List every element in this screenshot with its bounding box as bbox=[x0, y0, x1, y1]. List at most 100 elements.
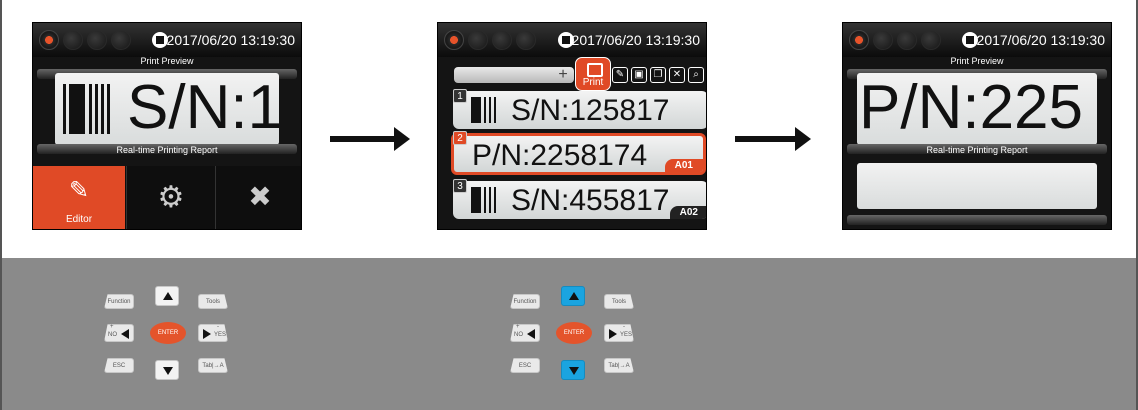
item-text: P/N:2258174 bbox=[472, 139, 648, 172]
status-icon bbox=[87, 30, 107, 50]
tools-key-label: Tools bbox=[205, 299, 220, 305]
no-label: NO bbox=[108, 332, 117, 338]
yes-label: YES bbox=[214, 332, 227, 338]
status-icon bbox=[516, 30, 536, 50]
editor-button[interactable]: ✎ Editor bbox=[33, 166, 125, 229]
barcode-graphic bbox=[471, 96, 507, 124]
no-left-key[interactable]: + NO bbox=[510, 324, 540, 342]
barcode-graphic bbox=[471, 186, 507, 214]
settings-button[interactable]: ⚙ bbox=[126, 166, 215, 229]
down-key[interactable] bbox=[155, 360, 179, 380]
gear-icon: ⚙ bbox=[157, 181, 185, 214]
bottom-nav: ✎ Editor ⚙ ✖ bbox=[33, 166, 301, 229]
yes-minus-label: - bbox=[623, 324, 625, 330]
arrow-right bbox=[330, 127, 410, 151]
tab-key[interactable]: Tab|→A bbox=[604, 358, 634, 373]
item-number: 3 bbox=[453, 179, 467, 193]
preview-text: P/N:225 bbox=[859, 73, 1084, 142]
no-label: NO bbox=[514, 332, 523, 338]
print-button[interactable]: Print bbox=[575, 57, 611, 91]
status-icon bbox=[897, 30, 917, 50]
report-label: Real-time Printing Report bbox=[116, 145, 218, 155]
esc-label: ESC bbox=[518, 363, 532, 369]
print-preview-label: Print Preview bbox=[140, 56, 194, 66]
tab-label: Tab|→A bbox=[608, 363, 630, 369]
brand-logo-icon bbox=[39, 30, 59, 50]
no-plus-label: + bbox=[110, 324, 114, 330]
item-tag: A02 bbox=[669, 206, 706, 219]
screen-print-preview-1: 2017/06/20 13:19:30 Print Preview S/N:1 … bbox=[32, 22, 302, 230]
printing-report-display bbox=[857, 163, 1097, 209]
list-item[interactable]: S/N:455817 A02 bbox=[453, 181, 706, 219]
delete-icon[interactable]: ✕ bbox=[669, 67, 685, 83]
arrow-left-icon bbox=[121, 329, 129, 339]
function-key-label: Function bbox=[513, 299, 537, 305]
status-icon bbox=[468, 30, 488, 50]
report-label: Real-time Printing Report bbox=[926, 145, 1028, 155]
screen-editor: 2017/06/20 13:19:30 + Print ✎ ▣ ❐ ✕ ⌕ S/… bbox=[437, 22, 707, 230]
arrow-down-icon bbox=[569, 367, 579, 375]
arrow-up-icon bbox=[163, 292, 173, 300]
timestamp: 2017/06/20 13:19:30 bbox=[166, 32, 295, 48]
yes-minus-label: - bbox=[217, 324, 219, 330]
arrow-right-icon bbox=[203, 329, 211, 339]
tools-icon: ✖ bbox=[248, 181, 272, 212]
arrow-up-icon bbox=[569, 292, 579, 300]
brand-logo-icon bbox=[444, 30, 464, 50]
item-text: S/N:455817 bbox=[511, 184, 670, 217]
enter-key[interactable]: ENTER bbox=[556, 322, 592, 344]
function-key[interactable]: Function bbox=[104, 294, 134, 309]
tools-key[interactable]: Tools bbox=[198, 294, 228, 309]
status-bar: 2017/06/20 13:19:30 bbox=[843, 23, 1111, 57]
yes-label: YES bbox=[620, 332, 633, 338]
tab-key[interactable]: Tab|→A bbox=[198, 358, 228, 373]
item-number: 2 bbox=[453, 131, 467, 145]
down-key-highlighted[interactable] bbox=[561, 360, 585, 380]
edit-icon[interactable]: ✎ bbox=[612, 67, 628, 83]
editor-label: Editor bbox=[65, 214, 93, 225]
yes-right-key[interactable]: - YES bbox=[198, 324, 228, 342]
no-plus-label: + bbox=[516, 324, 520, 330]
preview-text: S/N:1 bbox=[127, 73, 279, 142]
arrow-right bbox=[735, 127, 811, 151]
arrow-left-icon bbox=[527, 329, 535, 339]
status-bar: 2017/06/20 13:19:30 bbox=[33, 23, 301, 57]
esc-key[interactable]: ESC bbox=[104, 358, 134, 373]
copy-icon[interactable]: ▣ bbox=[631, 67, 647, 83]
list-item-selected[interactable]: P/N:2258174 A01 bbox=[451, 133, 706, 175]
search-icon[interactable]: ⌕ bbox=[688, 67, 704, 83]
timestamp: 2017/06/20 13:19:30 bbox=[976, 32, 1105, 48]
paste-icon[interactable]: ❐ bbox=[650, 67, 666, 83]
tab-label: Tab|→A bbox=[202, 363, 224, 369]
tools-button[interactable]: ✖ bbox=[215, 166, 301, 229]
item-tag: A01 bbox=[664, 159, 703, 172]
list-item[interactable]: S/N:125817 bbox=[453, 91, 706, 129]
frame-bar bbox=[847, 215, 1107, 225]
brand-logo-icon bbox=[849, 30, 869, 50]
up-key[interactable] bbox=[155, 286, 179, 306]
esc-label: ESC bbox=[112, 363, 126, 369]
enter-label: ENTER bbox=[563, 330, 585, 336]
status-icon bbox=[921, 30, 941, 50]
no-left-key[interactable]: + NO bbox=[104, 324, 134, 342]
status-icon bbox=[873, 30, 893, 50]
print-label: Print bbox=[582, 77, 604, 88]
barcode-graphic bbox=[63, 83, 123, 135]
print-preview-display: S/N:1 bbox=[55, 73, 279, 145]
enter-label: ENTER bbox=[157, 330, 179, 336]
arrow-down-icon bbox=[163, 367, 173, 375]
item-text: S/N:125817 bbox=[511, 94, 670, 127]
enter-key[interactable]: ENTER bbox=[150, 322, 186, 344]
esc-key[interactable]: ESC bbox=[510, 358, 540, 373]
tools-key[interactable]: Tools bbox=[604, 294, 634, 309]
yes-right-key[interactable]: - YES bbox=[604, 324, 634, 342]
status-icon bbox=[63, 30, 83, 50]
function-key[interactable]: Function bbox=[510, 294, 540, 309]
print-preview-label: Print Preview bbox=[950, 56, 1004, 66]
tools-key-label: Tools bbox=[611, 299, 626, 305]
screen-print-preview-2: 2017/06/20 13:19:30 Print Preview P/N:22… bbox=[842, 22, 1112, 230]
function-key-label: Function bbox=[107, 299, 131, 305]
print-preview-display: P/N:225 bbox=[857, 73, 1097, 145]
up-key-highlighted[interactable] bbox=[561, 286, 585, 306]
add-button[interactable]: + bbox=[552, 67, 574, 83]
